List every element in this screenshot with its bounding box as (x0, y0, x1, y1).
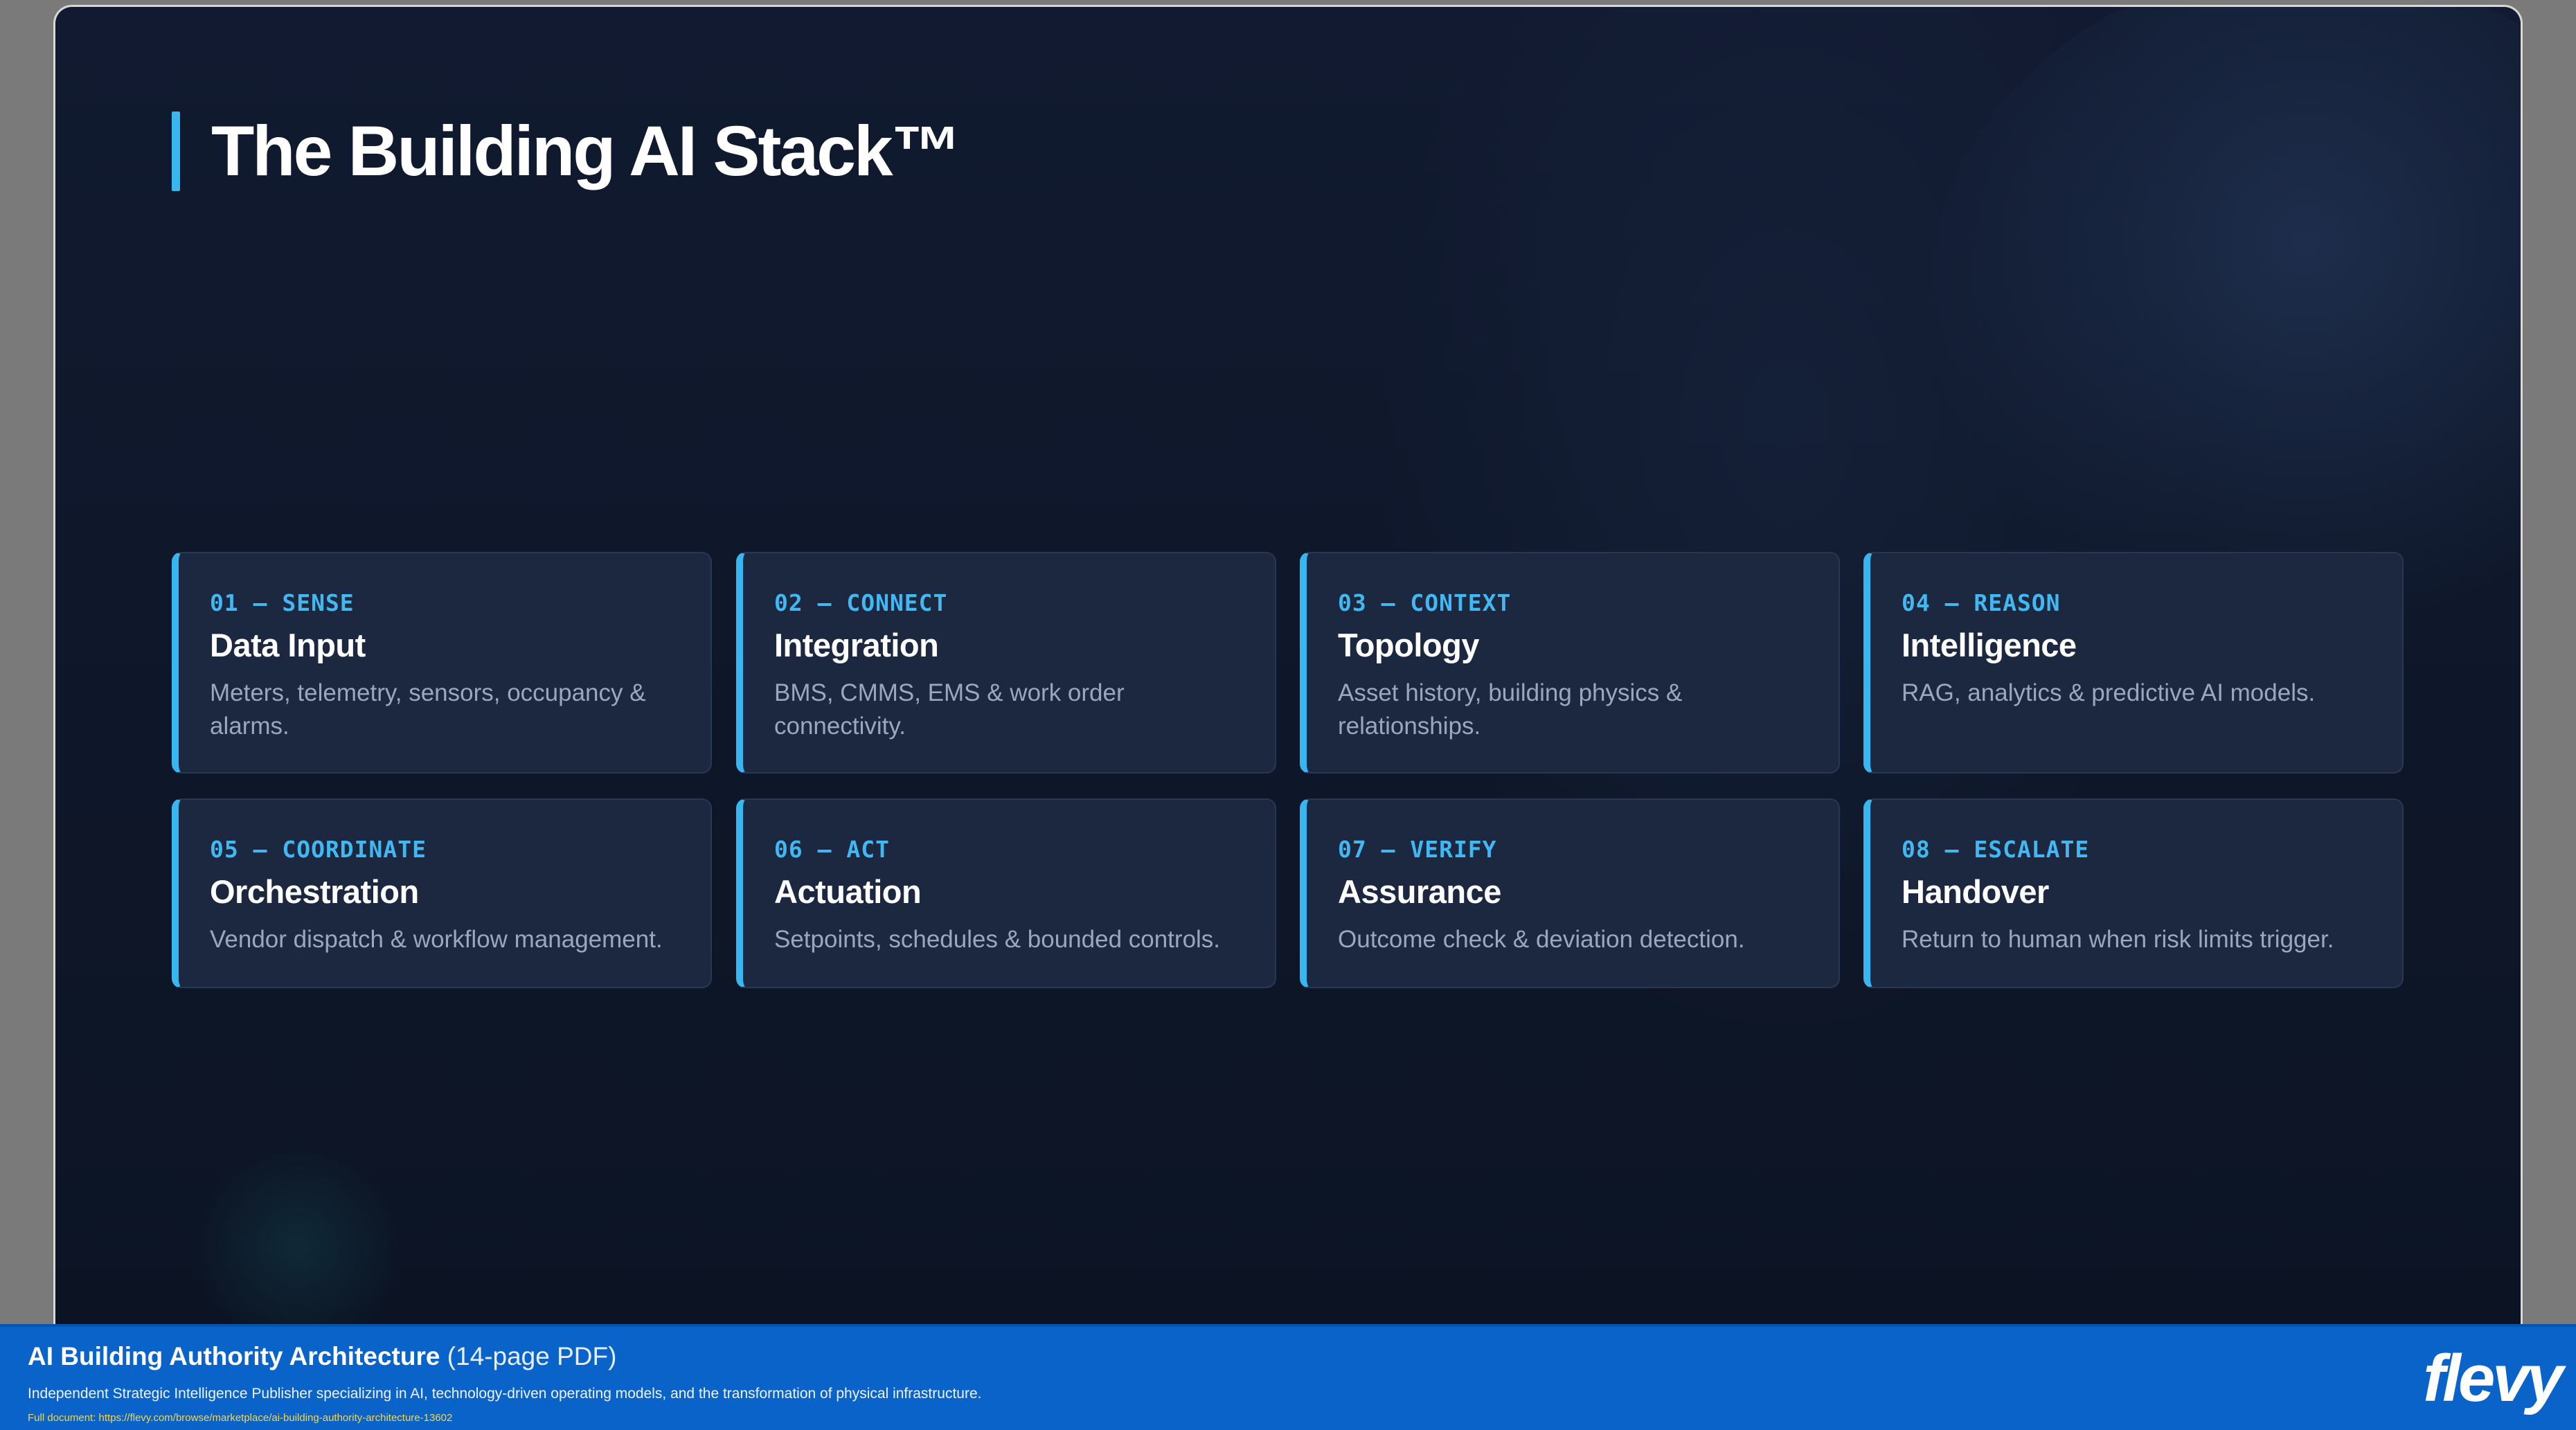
document-link[interactable]: Full document: https://flevy.com/browse/… (28, 1412, 452, 1424)
document-footer-banner: AI Building Authority Architecture (14-p… (0, 1324, 2576, 1430)
card-kicker: 06 — ACT (774, 836, 890, 863)
document-title-name: AI Building Authority Architecture (28, 1342, 440, 1370)
title-accent-bar (172, 111, 180, 191)
card-kicker: 02 — CONNECT (774, 589, 948, 616)
card-kicker: 01 — SENSE (210, 589, 355, 616)
stack-card-coordinate: 05 — COORDINATE Orchestration Vendor dis… (172, 798, 712, 988)
card-description: Return to human when risk limits trigger… (1902, 926, 2334, 953)
card-title: Orchestration (210, 873, 419, 910)
card-kicker: 03 — CONTEXT (1338, 589, 1512, 616)
card-kicker: 05 — COORDINATE (210, 836, 427, 863)
flevy-logo[interactable]: flevy (2423, 1341, 2564, 1417)
card-description: Outcome check & deviation detection. (1338, 926, 1745, 953)
card-title: Actuation (774, 873, 922, 910)
publisher-description: Independent Strategic Intelligence Publi… (28, 1386, 982, 1402)
card-title: Intelligence (1902, 627, 2077, 663)
document-page-count: (14-page PDF) (447, 1342, 617, 1370)
stack-card-reason: 04 — REASON Intelligence RAG, analytics … (1863, 552, 2404, 774)
card-description: BMS, CMMS, EMS & work order connectivity… (774, 679, 1125, 740)
card-kicker: 07 — VERIFY (1338, 836, 1497, 863)
card-title: Assurance (1338, 873, 1501, 910)
card-title: Handover (1902, 873, 2049, 910)
card-description: Setpoints, schedules & bounded controls. (774, 926, 1221, 953)
stack-card-context: 03 — CONTEXT Topology Asset history, bui… (1300, 552, 1840, 774)
card-kicker: 08 — ESCALATE (1902, 836, 2090, 863)
card-description: Asset history, building physics & relati… (1338, 679, 1683, 740)
card-title: Integration (774, 627, 939, 663)
stack-card-escalate: 08 — ESCALATE Handover Return to human w… (1863, 798, 2404, 988)
slide: The Building AI Stack™ 01 — SENSE Data I… (55, 7, 2521, 1343)
stack-card-act: 06 — ACT Actuation Setpoints, schedules … (736, 798, 1276, 988)
slide-title: The Building AI Stack™ (211, 111, 962, 190)
card-title: Topology (1338, 627, 1479, 663)
background-glow-small (194, 1143, 402, 1343)
stack-card-sense: 01 — SENSE Data Input Meters, telemetry,… (172, 552, 712, 774)
card-title: Data Input (210, 627, 366, 663)
stack-card-connect: 02 — CONNECT Integration BMS, CMMS, EMS … (736, 552, 1276, 774)
card-description: Vendor dispatch & workflow management. (210, 926, 663, 953)
document-title[interactable]: AI Building Authority Architecture (14-p… (28, 1342, 616, 1371)
card-kicker: 04 — REASON (1902, 589, 2061, 616)
card-description: RAG, analytics & predictive AI models. (1902, 679, 2316, 706)
stack-card-verify: 07 — VERIFY Assurance Outcome check & de… (1300, 798, 1840, 988)
slide-header: The Building AI Stack™ (172, 111, 962, 192)
card-description: Meters, telemetry, sensors, occupancy & … (210, 679, 646, 740)
